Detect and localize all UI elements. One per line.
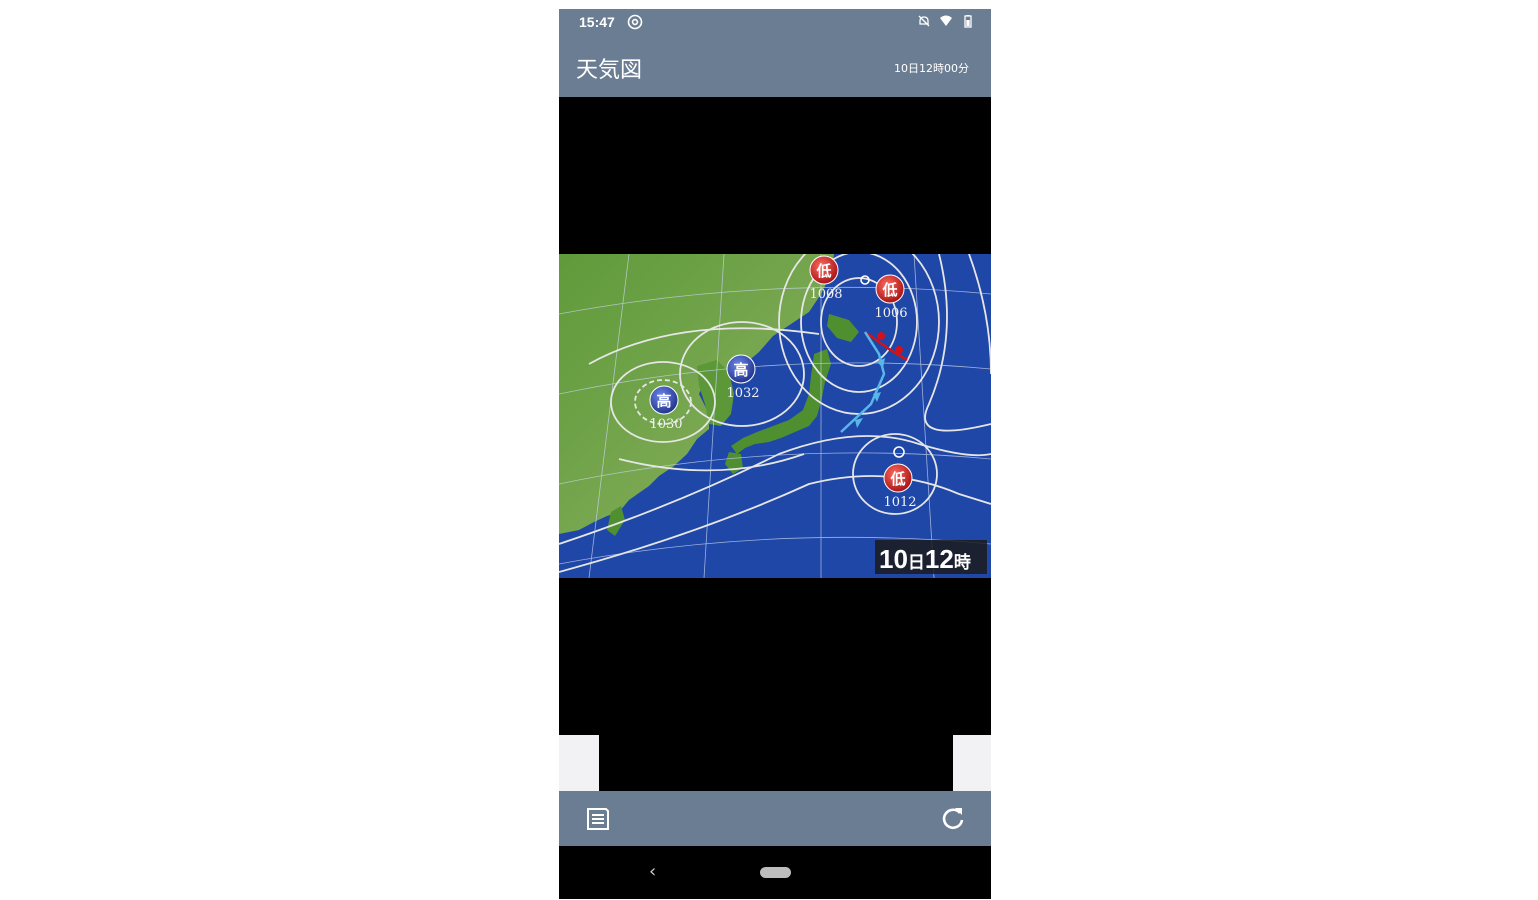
pressure-value-label: 1006 bbox=[874, 306, 907, 321]
stamp-day-unit: 日 bbox=[908, 553, 925, 572]
bottom-toolbar bbox=[559, 791, 991, 846]
back-chevron-icon[interactable]: ‹ bbox=[649, 861, 656, 882]
stamp-day: 10 bbox=[879, 544, 908, 574]
status-time: 15:47 bbox=[579, 14, 615, 30]
wifi-icon bbox=[940, 15, 952, 26]
pressure-value-label: 1030 bbox=[649, 417, 682, 432]
weather-map-image[interactable]: 低 1008 低 1006 高 1032 高 1030 低 1012 10日12… bbox=[559, 254, 991, 578]
pressure-kind-label: 低 bbox=[889, 470, 905, 488]
map-date-stamp: 10日12時 bbox=[875, 540, 987, 574]
status-bar: 15:47 bbox=[559, 9, 991, 37]
home-pill-icon[interactable] bbox=[760, 867, 791, 878]
battery-icon bbox=[964, 15, 972, 28]
list-icon[interactable] bbox=[584, 805, 612, 833]
map-timestamp: 10日12時00分 bbox=[894, 62, 969, 75]
system-nav-bar: ‹ bbox=[559, 846, 991, 899]
refresh-icon[interactable] bbox=[939, 805, 967, 833]
side-panel-right bbox=[953, 735, 991, 791]
pressure-value-label: 1008 bbox=[809, 287, 842, 302]
pressure-value-label: 1012 bbox=[883, 495, 916, 510]
stamp-hour-unit: 時 bbox=[954, 552, 971, 572]
map-viewer[interactable]: 低 1008 低 1006 高 1032 高 1030 低 1012 10日12… bbox=[559, 97, 991, 791]
notifications-off-icon bbox=[918, 15, 930, 27]
phone-screen: 15:47 天気図 10日12時00分 低 1008 低 1006 高 1032… bbox=[559, 9, 991, 899]
app-bar: 天気図 10日12時00分 bbox=[559, 37, 991, 97]
pressure-kind-label: 高 bbox=[733, 361, 748, 379]
pressure-kind-label: 低 bbox=[815, 262, 831, 280]
at-sign-icon bbox=[627, 14, 643, 30]
pressure-kind-label: 高 bbox=[656, 392, 671, 410]
pressure-value-label: 1032 bbox=[726, 386, 759, 401]
page-title: 天気図 bbox=[576, 58, 643, 83]
pressure-kind-label: 低 bbox=[881, 281, 897, 299]
stamp-hour: 12 bbox=[925, 544, 954, 574]
side-panel-left bbox=[559, 735, 599, 791]
status-icons bbox=[917, 14, 975, 28]
